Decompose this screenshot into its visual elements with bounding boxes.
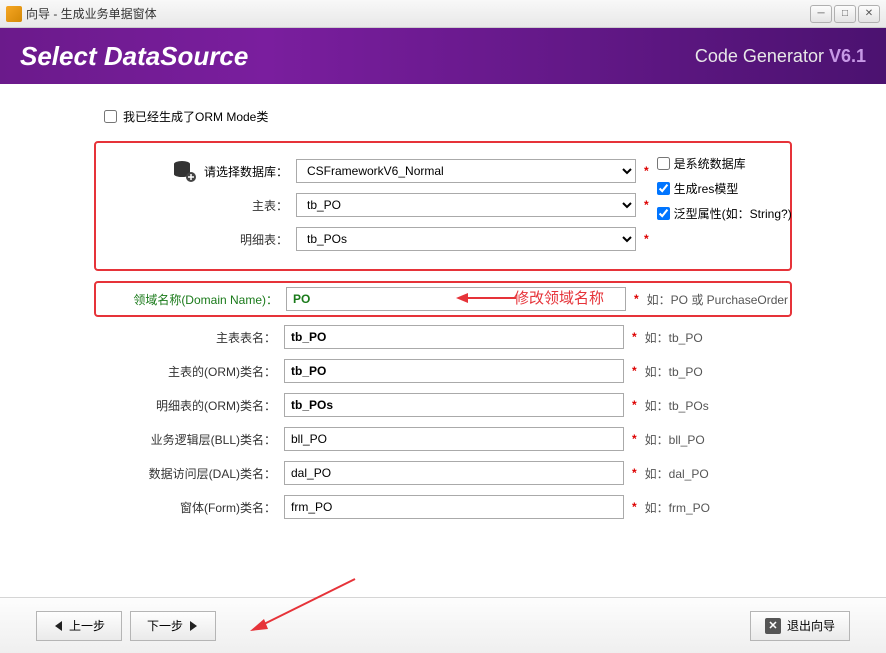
master-orm-input[interactable]: [284, 359, 624, 383]
database-icon: [170, 159, 198, 183]
res-model-checkbox[interactable]: [657, 182, 670, 195]
triangle-right-icon: [187, 620, 199, 632]
master-tablename-input[interactable]: [284, 325, 624, 349]
prev-button[interactable]: 上一步: [36, 611, 122, 641]
window-title: 向导 - 生成业务单据窗体: [26, 5, 810, 22]
page-title: Select DataSource: [20, 41, 695, 72]
detail-table-row: 明细表： tb_POs *: [106, 225, 657, 253]
domain-name-hint: 如：PO 或 PurchaseOrder: [647, 291, 788, 308]
required-marker: *: [644, 164, 649, 178]
database-select[interactable]: CSFrameworkV6_Normal: [296, 159, 636, 183]
options-group: 是系统数据库 生成res模型 泛型属性(如：String?): [657, 151, 792, 259]
version-label: V6.1: [829, 46, 866, 66]
required-marker: *: [644, 198, 649, 212]
orm-mode-checkbox[interactable]: [104, 110, 117, 123]
bll-row: 业务逻辑层(BLL)类名： * 如：bll_PO: [94, 425, 792, 453]
next-button[interactable]: 下一步: [130, 611, 216, 641]
exit-button[interactable]: ✕ 退出向导: [750, 611, 850, 641]
dal-input[interactable]: [284, 461, 624, 485]
database-label: 请选择数据库：: [204, 163, 288, 180]
datasource-group: 请选择数据库： CSFrameworkV6_Normal * 主表： tb_PO: [94, 141, 792, 271]
banner: Select DataSource Code Generator V6.1: [0, 28, 886, 84]
minimize-button[interactable]: ─: [810, 5, 832, 23]
dal-row: 数据访问层(DAL)类名： * 如：dal_PO: [94, 459, 792, 487]
detail-table-select[interactable]: tb_POs: [296, 227, 636, 251]
master-orm-row: 主表的(ORM)类名： * 如：tb_PO: [94, 357, 792, 385]
domain-name-input[interactable]: [286, 287, 626, 311]
master-table-label: 主表：: [106, 197, 296, 214]
close-icon: ✕: [765, 618, 781, 634]
app-icon: [6, 6, 22, 22]
orm-mode-label: 我已经生成了ORM Mode类: [123, 108, 268, 125]
master-table-select[interactable]: tb_PO: [296, 193, 636, 217]
detail-orm-row: 明细表的(ORM)类名： * 如：tb_POs: [94, 391, 792, 419]
master-table-row: 主表： tb_PO *: [106, 191, 657, 219]
required-marker: *: [634, 292, 639, 306]
brand-label: Code Generator V6.1: [695, 46, 866, 67]
domain-name-label: 领域名称(Domain Name)：: [96, 291, 286, 308]
system-db-option[interactable]: 是系统数据库: [657, 155, 792, 172]
detail-table-label: 明细表：: [106, 231, 296, 248]
window-buttons: ─ □ ✕: [810, 5, 880, 23]
generic-checkbox[interactable]: [657, 207, 670, 220]
detail-orm-input[interactable]: [284, 393, 624, 417]
triangle-left-icon: [53, 620, 65, 632]
form-input[interactable]: [284, 495, 624, 519]
system-db-checkbox[interactable]: [657, 157, 670, 170]
orm-mode-row: 我已经生成了ORM Mode类: [104, 108, 872, 125]
bll-input[interactable]: [284, 427, 624, 451]
database-row: 请选择数据库： CSFrameworkV6_Normal *: [106, 157, 657, 185]
close-button[interactable]: ✕: [858, 5, 880, 23]
generic-option[interactable]: 泛型属性(如：String?): [657, 205, 792, 222]
master-tablename-row: 主表表名： * 如：tb_PO: [94, 323, 792, 351]
required-marker: *: [644, 232, 649, 246]
maximize-button[interactable]: □: [834, 5, 856, 23]
form-row: 窗体(Form)类名： * 如：frm_PO: [94, 493, 792, 521]
footer: 上一步 下一步 ✕ 退出向导: [0, 597, 886, 653]
content: 我已经生成了ORM Mode类 请选择数据库：: [0, 84, 886, 597]
res-model-option[interactable]: 生成res模型: [657, 180, 792, 197]
domain-name-group: 领域名称(Domain Name)： * 如：PO 或 PurchaseOrde…: [94, 281, 792, 317]
titlebar: 向导 - 生成业务单据窗体 ─ □ ✕: [0, 0, 886, 28]
class-names-group: 主表表名： * 如：tb_PO 主表的(ORM)类名： * 如：tb_PO 明细…: [94, 323, 792, 521]
